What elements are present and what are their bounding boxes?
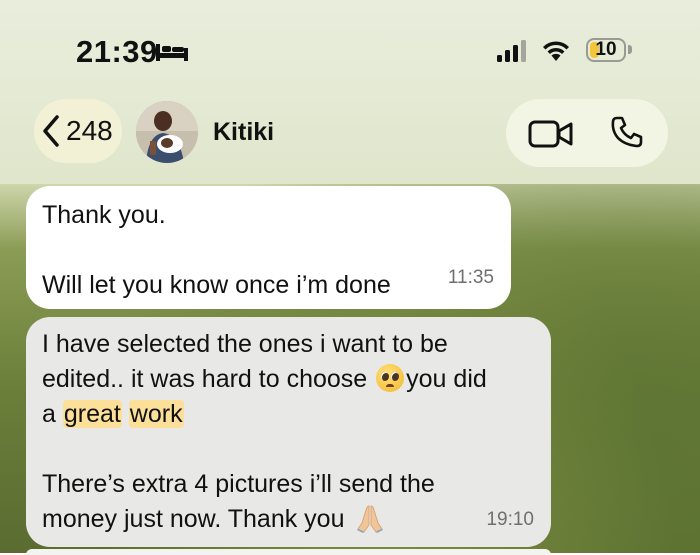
message-text-line: Will let you know once i’m done xyxy=(42,271,391,299)
bed-icon xyxy=(156,44,188,61)
back-button[interactable]: 248 xyxy=(34,99,122,163)
status-time: 21:39 xyxy=(76,34,158,69)
contact-avatar[interactable] xyxy=(136,101,198,163)
folded-hands-emoji-icon xyxy=(357,505,384,533)
highlighted-word[interactable]: work xyxy=(128,400,184,428)
highlighted-word[interactable]: great xyxy=(62,400,122,428)
message-bubble-incoming[interactable]: I have selected the ones i want to be ed… xyxy=(26,317,551,547)
message-text-fragment: a xyxy=(42,400,56,428)
battery-icon: 10 xyxy=(586,38,626,62)
message-text-fragment: money just now. Thank you xyxy=(42,505,345,533)
message-bubble-outgoing[interactable]: Thank you. Will let you know once i’m do… xyxy=(26,186,511,309)
message-text-fragment: edited.. it was hard to choose xyxy=(42,365,368,393)
message-timestamp: 11:35 xyxy=(447,267,494,288)
battery-level: 10 xyxy=(595,39,617,60)
message-text-line: a great work xyxy=(42,397,535,432)
wifi-icon xyxy=(543,41,569,61)
avatar-photo xyxy=(136,101,198,163)
next-message-bubble-edge xyxy=(26,549,551,555)
message-text-line: Thank you. xyxy=(42,201,166,229)
unread-count: 248 xyxy=(66,115,113,146)
message-text-line: money just now. Thank you xyxy=(42,502,535,537)
call-actions xyxy=(506,99,668,167)
chevron-left-icon xyxy=(43,115,59,147)
signal-icon xyxy=(497,40,526,62)
video-call-icon[interactable] xyxy=(528,119,574,149)
message-text-line: I have selected the ones i want to be xyxy=(42,330,448,358)
phone-call-icon[interactable] xyxy=(610,115,644,149)
message-timestamp: 19:10 xyxy=(486,509,534,530)
contact-name[interactable]: Kitiki xyxy=(213,118,274,147)
battery-nub xyxy=(628,45,632,54)
pleading-face-emoji-icon xyxy=(376,364,405,392)
message-text-line: edited.. it was hard to choose you did xyxy=(42,362,535,397)
message-text-line: There’s extra 4 pictures i’ll send the xyxy=(42,470,435,498)
message-text-fragment: you did xyxy=(406,365,487,393)
